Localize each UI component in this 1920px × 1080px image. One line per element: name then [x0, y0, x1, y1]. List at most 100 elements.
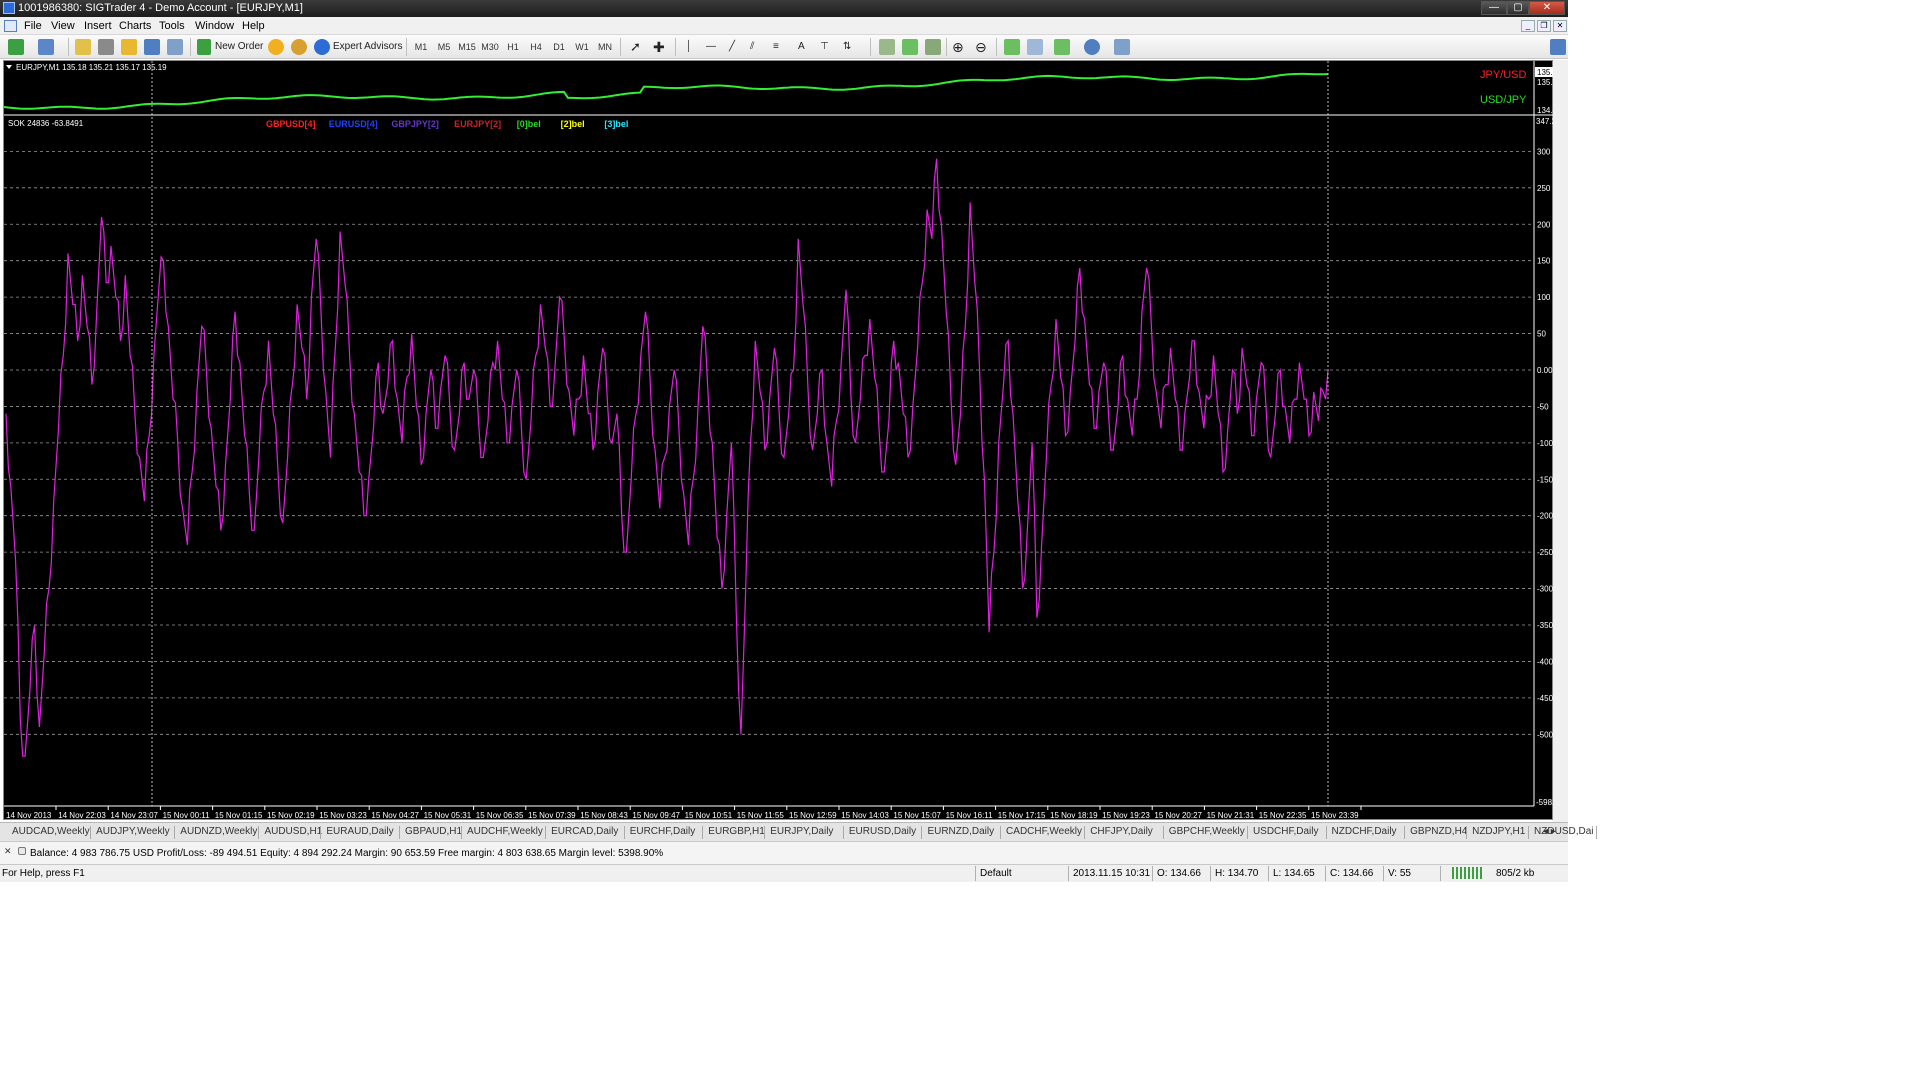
menu-view[interactable]: View [51, 20, 75, 32]
timeframe-m1[interactable]: M1 [411, 39, 431, 55]
mdi-close-button[interactable]: ✕ [1553, 20, 1567, 32]
chart-tab[interactable]: AUDUSD,H1 [264, 826, 322, 837]
periods-icon[interactable] [1084, 39, 1100, 55]
terminal-side-label[interactable]: ✕ [2, 844, 14, 864]
cursor-icon[interactable]: ➚ [630, 39, 641, 55]
chart-tab[interactable]: CHFJPY,Daily [1090, 826, 1153, 837]
expert-advisors-button[interactable]: Expert Advisors [333, 39, 402, 55]
chart-tab[interactable]: GBPAUD,H1 [405, 826, 462, 837]
menu-file[interactable]: File [24, 20, 42, 32]
fibonacci-icon[interactable]: ≡ [773, 39, 779, 55]
new-order-icon[interactable] [197, 39, 211, 55]
horizontal-line-icon[interactable]: — [706, 39, 716, 55]
timeframe-w1[interactable]: W1 [572, 39, 592, 55]
chart-tab[interactable]: USDCHF,Daily [1253, 826, 1319, 837]
timeframe-m15[interactable]: M15 [457, 39, 477, 55]
market-watch-icon[interactable] [75, 39, 91, 55]
new-chart-icon[interactable] [8, 39, 24, 55]
right-scrollbar[interactable] [1553, 60, 1568, 822]
chart-tab[interactable]: GBPCHF,Weekly [1169, 826, 1245, 837]
indicators-icon[interactable] [1054, 39, 1070, 55]
chart-area: EURJPY,M1 135.18 135.21 135.17 135.19 JP… [0, 59, 1573, 822]
x-tick-label: 14 Nov 22:03 [58, 811, 106, 820]
zoom-in-icon[interactable]: ⊕ [952, 39, 964, 55]
chart-tab[interactable]: AUDCHF,Weekly [467, 826, 543, 837]
toolbar-separator [190, 38, 191, 56]
title-bar: 1001986380: SIGTrader 4 - Demo Account -… [0, 0, 1568, 17]
profiles-icon[interactable] [38, 39, 54, 55]
chart-tab[interactable]: CADCHF,Weekly [1006, 826, 1082, 837]
y-tick-label: 0.00 [1537, 366, 1553, 375]
tab-separator [460, 826, 462, 839]
mdi-minimize-button[interactable]: _ [1521, 20, 1535, 32]
status-help: For Help, press F1 [2, 868, 85, 879]
menu-tools[interactable]: Tools [159, 20, 185, 32]
chart-tab[interactable]: EURUSD,Daily [849, 826, 916, 837]
chart-tab[interactable]: NZDJPY,H1 [1472, 826, 1525, 837]
chart-tab[interactable]: EURAUD,Daily [326, 826, 393, 837]
chart-tab[interactable]: EURNZD,Daily [927, 826, 994, 837]
data-window-icon[interactable] [98, 39, 114, 55]
chart-tab[interactable]: AUDNZD,Weekly [180, 826, 257, 837]
y-tick-label: -200 [1537, 512, 1554, 521]
new-order-button[interactable]: New Order [215, 39, 263, 55]
navigator-icon[interactable] [121, 39, 137, 55]
toolbar-separator [620, 38, 621, 56]
trendline-icon[interactable]: ╱ [729, 39, 735, 55]
chart-tab[interactable]: EURCAD,Daily [551, 826, 618, 837]
text-icon[interactable]: A [798, 39, 805, 55]
tab-scroll-arrows-icon[interactable]: ◂ ▸ [1543, 826, 1556, 837]
templates-icon[interactable] [1114, 39, 1130, 55]
indicator-header: SOK 24836 -63.8491 [8, 119, 84, 128]
terminal-close-icon[interactable]: ✕ [2, 844, 14, 864]
crosshair-icon[interactable]: ✚ [653, 39, 665, 55]
zoom-out-icon[interactable]: ⊖ [975, 39, 987, 55]
mdi-restore-button[interactable]: ❐ [1537, 20, 1551, 32]
chart-tab[interactable]: GBPNZD,H4 [1410, 826, 1467, 837]
chart-window[interactable]: EURJPY,M1 135.18 135.21 135.17 135.19 JP… [3, 60, 1573, 820]
collapse-arrow-icon[interactable] [6, 65, 12, 69]
window-title: 1001986380: SIGTrader 4 - Demo Account -… [18, 2, 303, 14]
timeframe-m30[interactable]: M30 [480, 39, 500, 55]
expert-advisors-icon[interactable] [314, 39, 330, 55]
text-label-icon[interactable]: ⊤ [820, 39, 829, 55]
status-volume: V: 55 [1388, 868, 1411, 879]
line-chart-icon[interactable] [925, 39, 941, 55]
chart-tab[interactable]: NZDCHF,Daily [1332, 826, 1397, 837]
timeframe-mn[interactable]: MN [595, 39, 615, 55]
menu-window[interactable]: Window [195, 20, 234, 32]
close-button[interactable]: ✕ [1529, 1, 1565, 15]
x-tick-label: 15 Nov 11:55 [737, 811, 785, 820]
auto-scroll-icon[interactable] [1004, 39, 1020, 55]
chart-tab[interactable]: EURJPY,Daily [770, 826, 833, 837]
maximize-button[interactable]: ▢ [1507, 1, 1529, 15]
menu-help[interactable]: Help [242, 20, 265, 32]
status-profile[interactable]: Default [980, 868, 1012, 879]
chart-tab[interactable]: EURCHF,Daily [630, 826, 696, 837]
tab-separator [399, 826, 400, 839]
timeframe-h4[interactable]: H4 [526, 39, 546, 55]
menu-charts[interactable]: Charts [119, 20, 151, 32]
status-datetime: 2013.11.15 10:31 [1073, 868, 1151, 879]
timeframe-h1[interactable]: H1 [503, 39, 523, 55]
strategy-tester-icon[interactable] [167, 39, 183, 55]
minimize-button[interactable]: — [1481, 1, 1507, 15]
vertical-line-icon[interactable]: │ [686, 39, 692, 55]
timeframe-m5[interactable]: M5 [434, 39, 454, 55]
chart-tab[interactable]: AUDCAD,Weekly [12, 826, 90, 837]
menu-insert[interactable]: Insert [84, 20, 112, 32]
chart-svg: EURJPY,M1 135.18 135.21 135.17 135.19 JP… [3, 61, 1573, 820]
terminal-icon[interactable] [144, 39, 160, 55]
metaeditor-icon[interactable] [268, 39, 284, 55]
y-tick-label: 300 [1537, 147, 1551, 156]
candlesticks-icon[interactable] [902, 39, 918, 55]
equidistant-channel-icon[interactable]: ⫽ [750, 39, 754, 55]
help-icon[interactable] [1550, 39, 1566, 55]
chart-tab[interactable]: EURGBP,H1 [708, 826, 765, 837]
chart-tab[interactable]: AUDJPY,Weekly [96, 826, 170, 837]
experts-icon[interactable] [291, 39, 307, 55]
chart-shift-icon[interactable] [1027, 39, 1043, 55]
arrows-icon[interactable]: ⇅ [843, 39, 851, 55]
timeframe-d1[interactable]: D1 [549, 39, 569, 55]
bar-chart-icon[interactable] [879, 39, 895, 55]
